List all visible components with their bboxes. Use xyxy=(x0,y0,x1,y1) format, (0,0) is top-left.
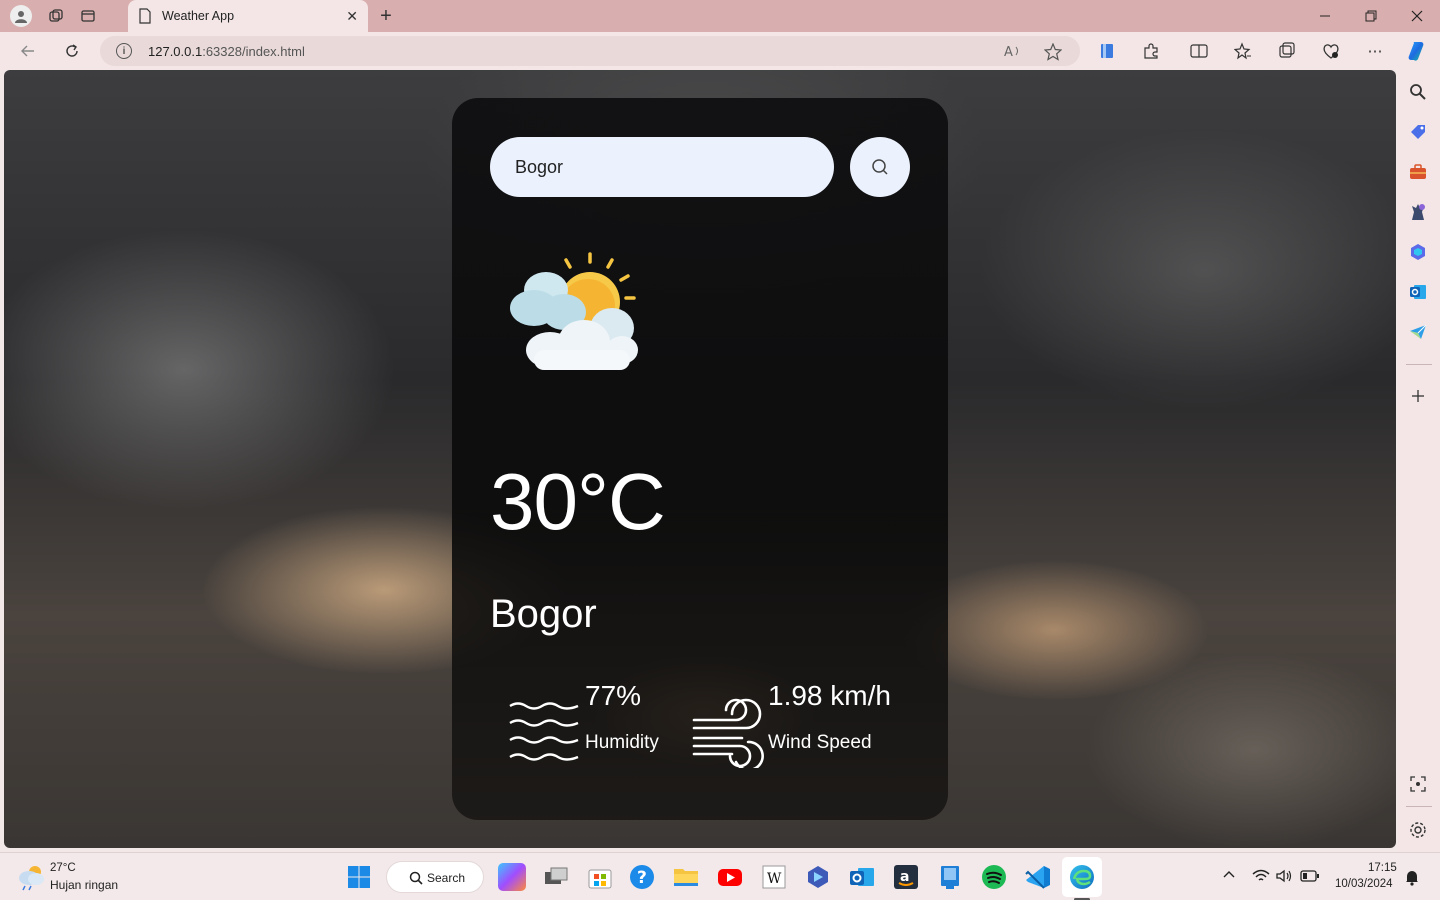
copilot-pre-icon[interactable] xyxy=(498,863,526,891)
workspaces-icon[interactable] xyxy=(40,0,72,32)
close-window-button[interactable] xyxy=(1394,0,1440,32)
notification-bell-icon[interactable] xyxy=(1404,868,1420,886)
shopping-tag-icon[interactable] xyxy=(1408,122,1428,142)
url-path: :63328/index.html xyxy=(202,43,305,59)
amazon-icon[interactable]: a xyxy=(892,863,920,891)
weather-cloud-rain-icon[interactable] xyxy=(16,863,46,891)
file-explorer-icon[interactable] xyxy=(672,863,700,891)
microsoft-365-icon[interactable] xyxy=(1408,242,1428,262)
browser-toolbar: i 127.0.0.1:63328/index.html A ⋯ xyxy=(0,32,1440,70)
svg-text:A: A xyxy=(1004,45,1013,59)
wifi-icon[interactable] xyxy=(1252,869,1270,883)
search-icon xyxy=(409,871,423,885)
search-icon[interactable] xyxy=(1408,82,1428,102)
temperature-value: 30°C xyxy=(490,457,666,546)
battery-icon[interactable] xyxy=(1300,870,1320,882)
taskbar-weather-temp: 27°C xyxy=(50,862,76,874)
taskbar-weather-desc: Hujan ringan xyxy=(50,878,119,892)
wind-speed-label: Wind Speed xyxy=(768,732,872,753)
close-tab-icon[interactable]: ✕ xyxy=(346,8,358,25)
show-hidden-icons-icon[interactable] xyxy=(1222,867,1236,884)
url-host: 127.0.0.1 xyxy=(148,43,203,59)
bing-chat-icon[interactable] xyxy=(804,863,832,891)
page-viewport: 30°C Bogor 77% Humidity xyxy=(4,70,1396,848)
wikipedia-icon[interactable]: W xyxy=(760,863,788,891)
outlook-icon[interactable] xyxy=(1408,282,1428,302)
more-options-icon[interactable]: ⋯ xyxy=(1364,40,1386,62)
city-name: Bogor xyxy=(490,592,597,636)
city-search-input[interactable] xyxy=(490,137,834,197)
profile-avatar-icon[interactable] xyxy=(10,5,32,27)
windows-taskbar: 27°C Hujan ringan Search ? W a 17:15 10/… xyxy=(0,852,1440,900)
sidebar-divider xyxy=(1406,364,1432,365)
settings-gear-icon[interactable] xyxy=(1408,820,1428,840)
extensions-icon[interactable] xyxy=(1140,40,1162,62)
restore-button[interactable] xyxy=(1348,0,1394,32)
reading-view-icon[interactable] xyxy=(1096,40,1118,62)
humidity-waves-icon xyxy=(509,702,579,761)
search-icon xyxy=(872,159,888,175)
games-icon[interactable] xyxy=(1408,202,1428,222)
send-drop-icon[interactable] xyxy=(1408,322,1428,342)
spotify-icon[interactable] xyxy=(980,863,1008,891)
sidebar-divider-bottom xyxy=(1406,806,1432,807)
microsoft-store-icon[interactable] xyxy=(586,863,614,891)
edge-browser-icon[interactable] xyxy=(1068,863,1096,891)
address-bar[interactable]: i 127.0.0.1:63328/index.html A xyxy=(100,36,1080,66)
svg-text:?: ? xyxy=(637,868,647,888)
volume-icon[interactable] xyxy=(1276,869,1294,883)
minimize-button[interactable] xyxy=(1302,0,1348,32)
clock-time[interactable]: 17:15 xyxy=(1368,862,1397,874)
weather-card: 30°C Bogor 77% Humidity xyxy=(452,98,948,820)
tools-briefcase-icon[interactable] xyxy=(1408,162,1428,182)
copilot-icon[interactable] xyxy=(1406,40,1428,62)
svg-text:a: a xyxy=(900,869,909,885)
humidity-label: Humidity xyxy=(585,732,659,753)
clock-date[interactable]: 10/03/2024 xyxy=(1335,878,1393,890)
tab-weather-app[interactable]: Weather App ✕ xyxy=(128,0,368,32)
kindle-reader-icon[interactable] xyxy=(936,863,964,891)
svg-text:W: W xyxy=(767,871,782,887)
browser-essentials-icon[interactable] xyxy=(1320,40,1342,62)
read-aloud-icon[interactable]: A xyxy=(1004,43,1022,63)
sun-behind-clouds-icon xyxy=(510,252,638,370)
vscode-icon[interactable] xyxy=(1024,863,1052,891)
site-info-icon[interactable]: i xyxy=(116,43,132,59)
wind-block: 1.98 km/h Wind Speed xyxy=(768,680,891,754)
browser-sidebar xyxy=(1398,70,1440,852)
refresh-icon[interactable] xyxy=(58,37,86,65)
taskbar-search-box[interactable]: Search xyxy=(386,861,484,893)
add-icon[interactable] xyxy=(1408,386,1428,406)
split-screen-icon[interactable] xyxy=(1188,40,1210,62)
new-tab-button[interactable]: + xyxy=(374,4,398,28)
page-icon xyxy=(139,8,151,24)
humidity-block: 77% Humidity xyxy=(585,680,659,754)
humidity-value: 77% xyxy=(585,680,642,711)
task-view-icon[interactable] xyxy=(542,863,570,891)
wind-icon xyxy=(692,698,764,768)
tab-title: Weather App xyxy=(162,9,235,23)
favorite-star-icon[interactable] xyxy=(1043,42,1063,65)
youtube-icon[interactable] xyxy=(716,863,744,891)
wind-speed-value: 1.98 km/h xyxy=(768,680,891,711)
collections-icon[interactable] xyxy=(1276,40,1298,62)
tab-actions-icon[interactable] xyxy=(72,0,104,32)
search-button[interactable] xyxy=(850,137,910,197)
windows-start-icon[interactable] xyxy=(347,865,371,889)
screenshot-icon[interactable] xyxy=(1408,774,1428,794)
outlook-icon[interactable] xyxy=(848,863,876,891)
back-icon[interactable] xyxy=(14,37,42,65)
help-icon[interactable]: ? xyxy=(628,863,656,891)
favorites-icon[interactable] xyxy=(1232,40,1254,62)
taskbar-search-label: Search xyxy=(427,871,466,885)
